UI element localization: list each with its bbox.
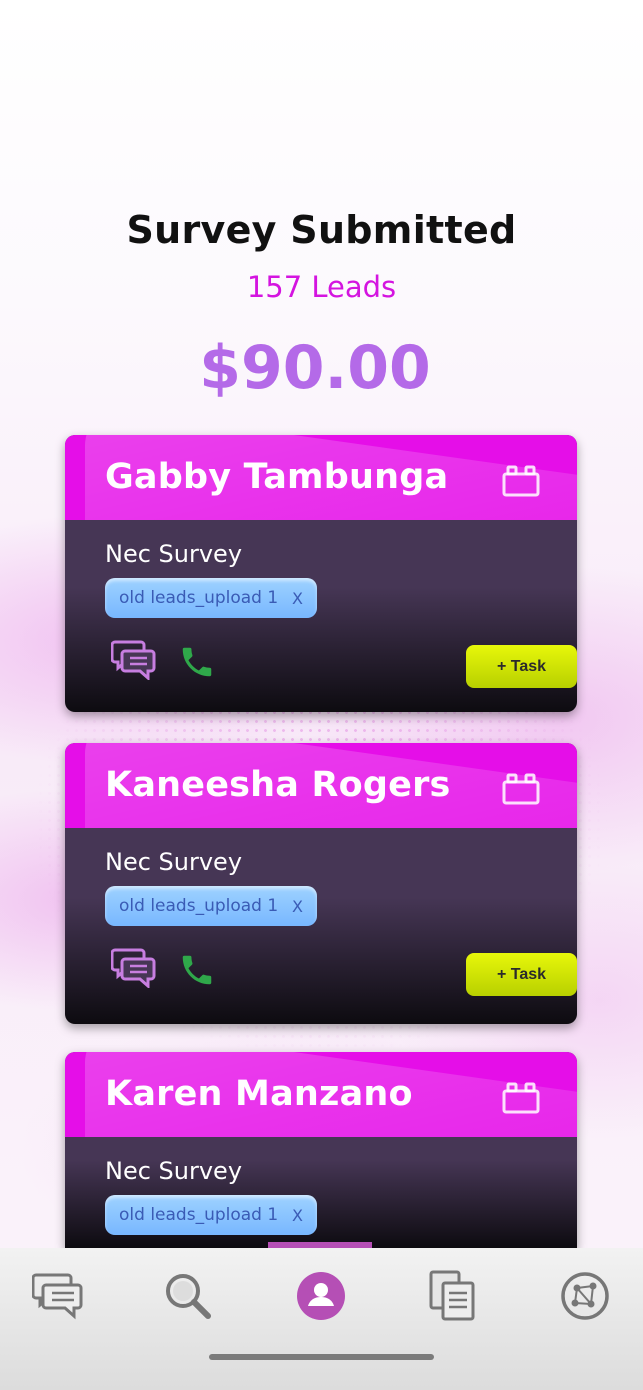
lead-name: Gabby Tambunga [105, 457, 449, 497]
documents-icon [429, 1270, 475, 1321]
profile-icon [297, 1272, 345, 1320]
lead-card-header: Gabby Tambunga [65, 435, 577, 520]
chat-icon[interactable] [111, 638, 157, 680]
lead-tag[interactable]: old leads_upload 1 X [105, 1195, 317, 1235]
amount-total: $90.00 [199, 333, 431, 403]
lead-card-header: Karen Manzano [65, 1052, 577, 1137]
search-icon [166, 1274, 211, 1319]
lead-card[interactable]: Kaneesha Rogers Nec Survey old leads_upl… [65, 743, 577, 1024]
add-task-button[interactable]: + Task [466, 953, 577, 996]
phone-icon[interactable] [178, 951, 216, 989]
tag-label: old leads_upload 1 [119, 588, 279, 608]
lead-name: Kaneesha Rogers [105, 765, 451, 805]
nav-search[interactable] [158, 1268, 218, 1324]
nav-documents[interactable] [422, 1268, 482, 1324]
lead-card[interactable]: Karen Manzano Nec Survey old leads_uploa… [65, 1052, 577, 1248]
lead-card-body: Nec Survey old leads_upload 1 X + Task [65, 828, 577, 1021]
globe-icon [561, 1272, 609, 1320]
phone-icon[interactable] [178, 643, 216, 681]
lead-name: Karen Manzano [105, 1074, 413, 1114]
survey-name: Nec Survey [105, 540, 243, 568]
brick-icon[interactable] [501, 1081, 541, 1115]
active-tab-indicator [268, 1242, 372, 1248]
tag-remove-button[interactable]: X [292, 1206, 303, 1225]
chat-icon[interactable] [111, 946, 157, 988]
add-task-button[interactable]: + Task [466, 645, 577, 688]
brick-icon[interactable] [501, 464, 541, 498]
lead-tag[interactable]: old leads_upload 1 X [105, 886, 317, 926]
page-title: Survey Submitted [126, 208, 517, 252]
home-indicator [209, 1354, 434, 1360]
card-actions: + Task [105, 926, 577, 1021]
nav-profile[interactable] [291, 1268, 351, 1324]
lead-tag[interactable]: old leads_upload 1 X [105, 578, 317, 618]
tag-label: old leads_upload 1 [119, 896, 279, 916]
lead-card-header: Kaneesha Rogers [65, 743, 577, 828]
lead-card[interactable]: Gabby Tambunga Nec Survey old leads_uplo… [65, 435, 577, 712]
leads-count: 157 Leads [246, 270, 397, 304]
chat-icon [32, 1273, 83, 1320]
tag-remove-button[interactable]: X [292, 589, 303, 608]
nav-network[interactable] [555, 1268, 615, 1324]
tag-remove-button[interactable]: X [292, 897, 303, 916]
lead-card-body: Nec Survey old leads_upload 1 X + Task [65, 520, 577, 712]
bottom-nav [0, 1242, 643, 1390]
card-actions: + Task [105, 618, 577, 712]
survey-name: Nec Survey [105, 848, 243, 876]
tag-label: old leads_upload 1 [119, 1205, 279, 1225]
survey-name: Nec Survey [105, 1157, 243, 1185]
brick-icon[interactable] [501, 772, 541, 806]
lead-card-body: Nec Survey old leads_upload 1 X [65, 1137, 577, 1235]
nav-messages[interactable] [28, 1268, 88, 1324]
